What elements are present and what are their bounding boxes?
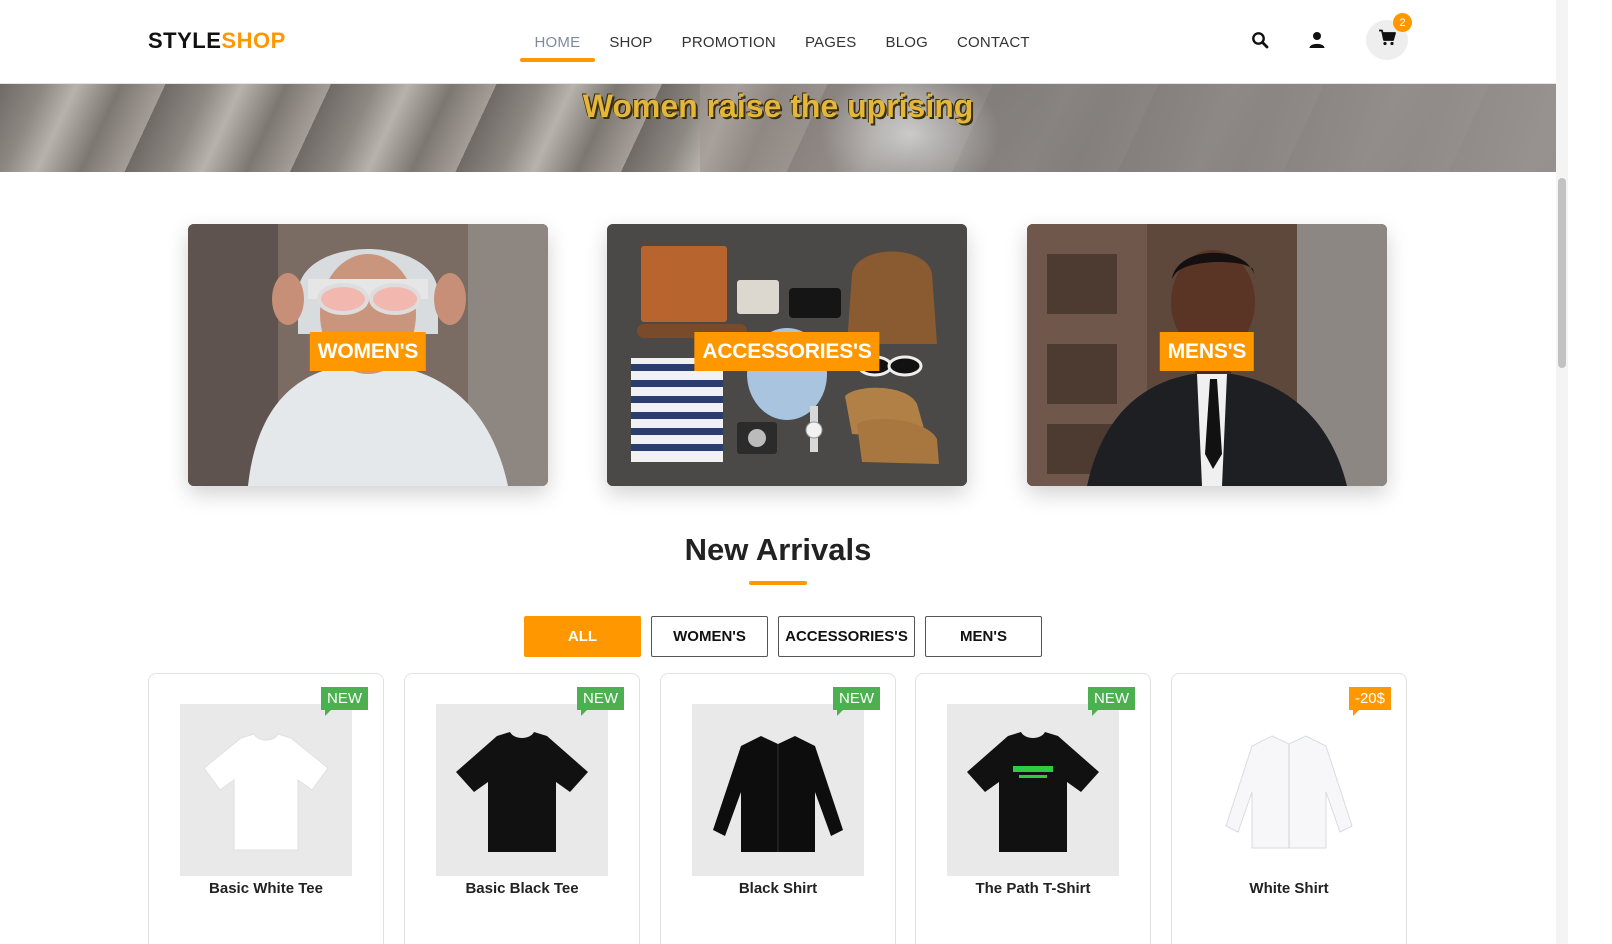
product-image[interactable]	[436, 704, 608, 876]
site-logo[interactable]: STYLESHOP	[148, 28, 286, 54]
black-tee-illustration	[456, 732, 588, 852]
new-badge: NEW	[1088, 687, 1135, 716]
nav-item-promotion[interactable]: PROMOTION	[667, 0, 790, 84]
logo-primary-text: STYLE	[148, 28, 222, 53]
nav-item-contact[interactable]: CONTACT	[943, 0, 1045, 84]
category-label-accessories: ACCESSORIES'S	[694, 332, 880, 371]
product-name[interactable]: Basic White Tee	[149, 880, 383, 897]
category-card-women[interactable]: WOMEN'S	[188, 224, 548, 486]
user-icon[interactable]	[1305, 28, 1329, 52]
site-header: STYLESHOP HOME SHOP PROMOTION PAGES BLOG…	[0, 0, 1556, 84]
new-badge: NEW	[833, 687, 880, 716]
logo-accent-text: SHOP	[221, 28, 286, 53]
nav-item-shop[interactable]: SHOP	[595, 0, 667, 84]
product-name[interactable]: White Shirt	[1172, 880, 1406, 897]
nav-item-home[interactable]: HOME	[520, 0, 595, 84]
product-name[interactable]: The Path T-Shirt	[916, 880, 1150, 897]
product-card[interactable]: NEW Basic White Tee	[148, 673, 384, 944]
category-label-men: MENS'S	[1159, 332, 1255, 371]
title-underline	[749, 581, 807, 585]
product-name[interactable]: Black Shirt	[661, 880, 895, 897]
search-icon[interactable]	[1248, 28, 1272, 52]
product-card[interactable]: NEW Black Shirt	[660, 673, 896, 944]
filter-women-button[interactable]: WOMEN'S	[651, 616, 768, 657]
main-nav: HOME SHOP PROMOTION PAGES BLOG CONTACT	[520, 0, 1044, 84]
scrollbar-thumb[interactable]	[1558, 178, 1566, 368]
white-shirt-illustration	[1225, 735, 1353, 849]
white-tee-illustration	[203, 733, 329, 851]
cart-icon	[1378, 29, 1396, 51]
product-image[interactable]	[947, 704, 1119, 876]
product-card[interactable]: NEW Basic Black Tee	[404, 673, 640, 944]
filter-accessories-button[interactable]: ACCESSORIES'S	[778, 616, 915, 657]
discount-badge: -20$	[1348, 687, 1391, 716]
new-badge: NEW	[577, 687, 624, 716]
cart-count-badge: 2	[1393, 13, 1412, 32]
filter-all-button[interactable]: ALL	[524, 616, 641, 657]
path-tshirt-illustration	[967, 732, 1099, 852]
product-image[interactable]	[180, 704, 352, 876]
category-label-women: WOMEN'S	[309, 332, 427, 371]
product-card[interactable]: -20$ White Shirt	[1171, 673, 1407, 944]
product-image[interactable]	[692, 704, 864, 876]
hero-banner: Women raise the uprising	[0, 84, 1556, 172]
category-card-accessories[interactable]: ACCESSORIES'S	[607, 224, 967, 486]
nav-item-pages[interactable]: PAGES	[790, 0, 871, 84]
section-title-new-arrivals: New Arrivals	[684, 532, 872, 567]
filter-men-button[interactable]: MEN'S	[925, 616, 1042, 657]
black-shirt-illustration	[713, 736, 843, 852]
product-card[interactable]: NEW The Path T-Shirt	[915, 673, 1151, 944]
product-name[interactable]: Basic Black Tee	[405, 880, 639, 897]
new-badge: NEW	[321, 687, 368, 716]
hero-caption: Women raise the uprising	[582, 88, 974, 124]
product-image[interactable]	[1203, 704, 1375, 876]
page-scrollbar[interactable]	[1556, 0, 1568, 944]
category-card-men[interactable]: MENS'S	[1027, 224, 1387, 486]
nav-item-blog[interactable]: BLOG	[871, 0, 942, 84]
product-filters: ALL WOMEN'S ACCESSORIES'S MEN'S	[524, 616, 1042, 657]
